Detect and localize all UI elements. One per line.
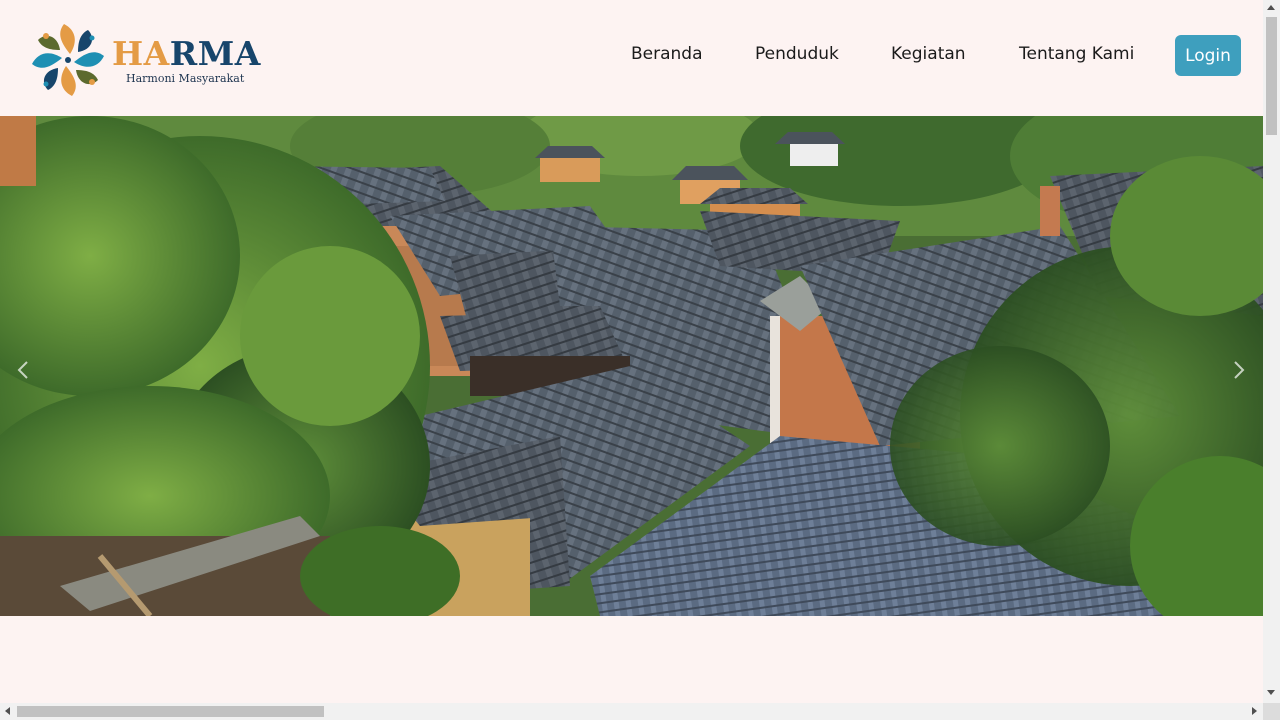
scroll-right-icon[interactable] bbox=[1252, 707, 1257, 715]
logo-subtitle: Harmoni Masyarakat bbox=[126, 72, 245, 85]
scroll-left-icon[interactable] bbox=[5, 707, 10, 715]
chevron-right-icon bbox=[1234, 361, 1245, 379]
carousel-next-button[interactable] bbox=[1224, 348, 1254, 392]
carousel-prev-button[interactable] bbox=[8, 348, 38, 392]
scroll-up-icon[interactable] bbox=[1267, 5, 1275, 10]
logo-title-part2: RMA bbox=[169, 34, 261, 73]
scroll-down-icon[interactable] bbox=[1267, 690, 1275, 695]
nav-kegiatan[interactable]: Kegiatan bbox=[891, 44, 966, 68]
nav-beranda[interactable]: Beranda bbox=[631, 44, 703, 68]
hero-image bbox=[0, 116, 1263, 616]
navbar: HARMA Harmoni Masyarakat Beranda Pendudu… bbox=[0, 0, 1263, 116]
nav-penduduk[interactable]: Penduduk bbox=[755, 44, 839, 68]
nav-tentang-kami[interactable]: Tentang Kami bbox=[1019, 44, 1134, 68]
logo-icon bbox=[32, 24, 104, 96]
logo-wordmark: HARMA bbox=[112, 34, 261, 74]
login-button[interactable]: Login bbox=[1175, 35, 1241, 76]
hero-carousel bbox=[0, 116, 1263, 616]
logo-link[interactable]: HARMA Harmoni Masyarakat bbox=[28, 20, 261, 100]
horizontal-scroll-thumb[interactable] bbox=[17, 706, 324, 717]
horizontal-scrollbar[interactable] bbox=[0, 703, 1263, 720]
chevron-left-icon bbox=[17, 361, 28, 379]
vertical-scroll-thumb[interactable] bbox=[1266, 17, 1277, 135]
logo-title-part1: HA bbox=[112, 34, 170, 73]
scrollbar-corner bbox=[1263, 703, 1280, 720]
page: HARMA Harmoni Masyarakat Beranda Pendudu… bbox=[0, 0, 1263, 703]
vertical-scrollbar[interactable] bbox=[1263, 0, 1280, 703]
